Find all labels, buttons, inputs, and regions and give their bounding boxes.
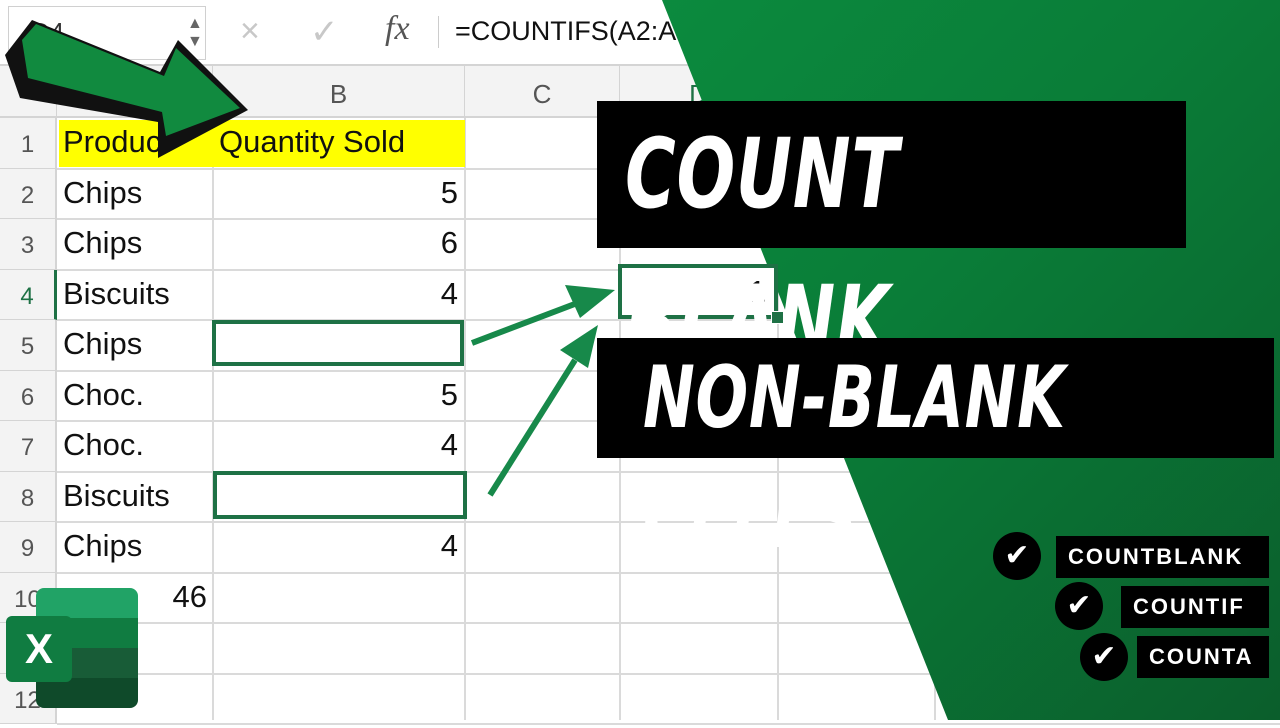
check-icon: ✔ [1080, 633, 1128, 681]
gridline [57, 723, 1280, 725]
excel-logo: X [6, 588, 138, 708]
check-icon: ✔ [1055, 582, 1103, 630]
headline-non-blank-cells: NON-BLANK CELLS [597, 338, 1274, 568]
tag-counta: COUNTA [1137, 636, 1269, 678]
check-icon: ✔ [993, 532, 1041, 580]
pointer-arrow-to-b8 [487, 325, 598, 497]
big-green-arrow [5, 20, 248, 158]
headline-count-blank: COUNT BLANK [597, 101, 1186, 377]
excel-logo-letter: X [6, 616, 72, 682]
tag-countblank: COUNTBLANK [1056, 536, 1269, 578]
tag-countif: COUNTIF [1121, 586, 1269, 628]
